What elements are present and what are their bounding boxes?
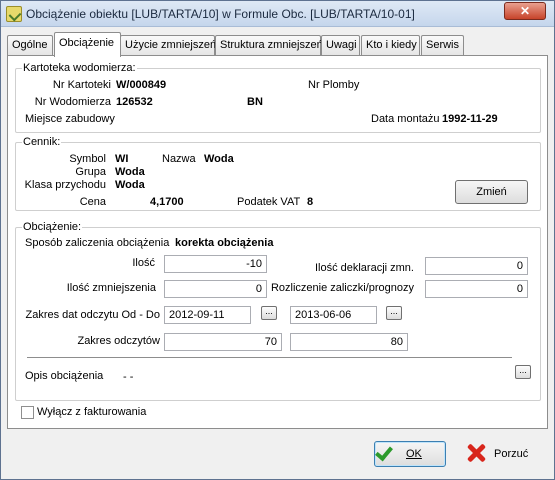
check-icon (375, 442, 393, 462)
tab-obciazenie[interactable]: Obciążenie (54, 32, 121, 57)
tab-page-obciazenie: Kartoteka wodomierza: Nr Kartoteki W/000… (7, 55, 548, 429)
data-montazu-label: Data montażu (371, 113, 440, 125)
klasa-przychodu-label: Klasa przychodu (24, 179, 106, 191)
porzuc-button[interactable]: Porzuć (463, 441, 533, 467)
window-title: Obciążenie obiektu [LUB/TARTA/10] w Form… (26, 7, 415, 21)
ok-button[interactable]: OK (374, 441, 446, 467)
sposob-zaliczenia-value: korekta obciążenia (175, 237, 274, 249)
rozliczenie-zaliczki-input[interactable]: 0 (425, 280, 528, 298)
grupa-label: Grupa (75, 166, 106, 178)
klasa-przychodu-value: Woda (115, 179, 145, 191)
ilosc-zmniejszenia-input[interactable]: 0 (164, 280, 267, 298)
zmien-button[interactable]: Zmień (455, 180, 528, 204)
nr-wodomierza-value: 126532 (116, 96, 153, 108)
data-do-input[interactable]: 2013-06-06 (290, 306, 377, 324)
podatek-vat-label: Podatek VAT (237, 196, 301, 208)
data-od-picker-button[interactable]: ... (261, 306, 277, 320)
wylacz-z-fakturowania-checkbox[interactable] (21, 406, 34, 419)
data-montazu-value: 1992-11-29 (442, 113, 498, 125)
cena-value: 4,1700 (150, 196, 184, 208)
sposob-zaliczenia-label: Sposób zaliczenia obciążenia (25, 237, 170, 249)
ilosc-deklaracji-label: Ilość deklaracji zmn. (314, 262, 414, 274)
zakres-odczytow-label: Zakres odczytów (77, 335, 160, 347)
nazwa-value: Woda (204, 153, 234, 165)
nr-wodomierza-suffix: BN (247, 96, 263, 108)
app-icon (6, 6, 22, 22)
dialog-window: Obciążenie obiektu [LUB/TARTA/10] w Form… (0, 0, 555, 480)
tab-uwagi[interactable]: Uwagi (321, 35, 360, 56)
title-bar: Obciążenie obiektu [LUB/TARTA/10] w Form… (1, 1, 554, 27)
odczyt-do-input[interactable]: 80 (290, 333, 408, 351)
symbol-value: WI (115, 153, 129, 165)
miejsce-zabudowy-label: Miejsce zabudowy (25, 113, 115, 125)
podatek-vat-value: 8 (307, 196, 314, 208)
nazwa-label: Nazwa (162, 153, 196, 165)
symbol-label: Symbol (69, 153, 106, 165)
ilosc-label: Ilość (132, 257, 155, 269)
nr-kartoteki-value: W/000849 (116, 79, 167, 91)
nr-wodomierza-label: Nr Wodomierza (34, 96, 111, 108)
tab-serwis[interactable]: Serwis (421, 35, 464, 56)
nr-kartoteki-label: Nr Kartoteki (52, 79, 111, 91)
cena-label: Cena (79, 196, 106, 208)
ilosc-deklaracji-input[interactable]: 0 (425, 257, 528, 275)
close-button[interactable]: ✕ (504, 2, 546, 20)
data-do-picker-button[interactable]: ... (386, 306, 402, 320)
obciazenie-legend: Obciążenie: (22, 221, 83, 233)
porzuc-button-label: Porzuć (494, 448, 529, 460)
tab-struktura-zmniejszen[interactable]: Struktura zmniejszeń (215, 35, 323, 56)
grupa-value: Woda (115, 166, 145, 178)
tab-ogolne[interactable]: Ogólne (7, 35, 53, 56)
opis-obciazenia-label: Opis obciążenia (25, 370, 104, 382)
nr-plomby-label: Nr Plomby (308, 79, 360, 91)
zakres-dat-label: Zakres dat odczytu Od - Do (25, 309, 161, 321)
wylacz-z-fakturowania-label: Wyłącz z fakturowania (37, 406, 147, 418)
rozliczenie-zaliczki-label: Rozliczenie zaliczki/prognozy (270, 282, 414, 294)
ilosc-zmniejszenia-label: Ilość zmniejszenia (66, 282, 156, 294)
cennik-legend: Cennik: (22, 136, 62, 148)
data-od-input[interactable]: 2012-09-11 (164, 306, 251, 324)
opis-picker-button[interactable]: ... (515, 365, 531, 379)
odczyt-od-input[interactable]: 70 (164, 333, 282, 351)
kartoteka-legend: Kartoteka wodomierza: (22, 62, 137, 74)
opis-obciazenia-value: - - (123, 371, 134, 383)
ilosc-input[interactable]: -10 (164, 255, 267, 273)
tab-kto-i-kiedy[interactable]: Kto i kiedy (361, 35, 420, 56)
tab-uzycie-zmniejszen[interactable]: Użycie zmniejszeń (120, 35, 216, 56)
cancel-x-icon (466, 443, 486, 463)
ok-button-label: OK (406, 448, 422, 460)
separator-line (27, 357, 512, 358)
